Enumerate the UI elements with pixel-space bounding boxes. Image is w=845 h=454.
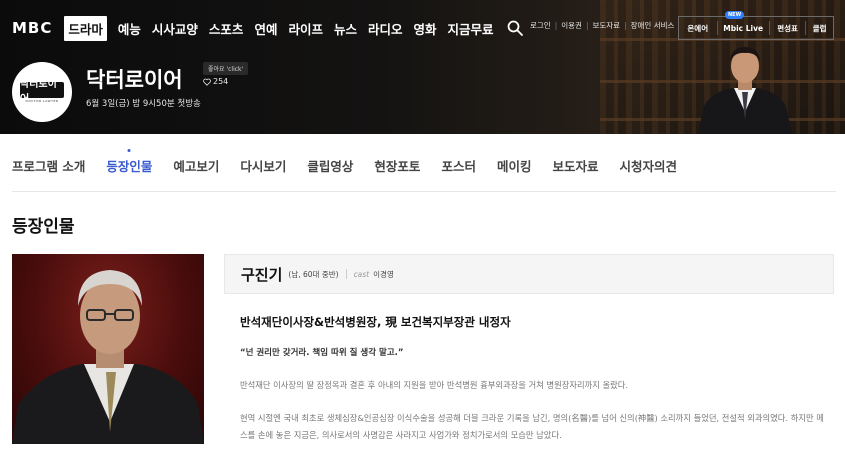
press-link[interactable]: 보도자료 [592,20,620,31]
cast-name: 이경영 [373,269,394,279]
character-name: 구진기 [241,265,283,284]
section-title: 등장인물 [12,217,75,237]
character-description: 현역 시절엔 국내 최초로 생체심장&인공심장 이식수술을 성공해 더블 크라운… [240,413,824,440]
tab-clips[interactable]: 클립영상 [307,156,353,175]
nav-news[interactable]: 뉴스 [334,19,357,38]
character-role: 반석재단이사장&반석병원장, 現 보건복지부장관 내정자 [240,315,511,329]
schedule-link[interactable]: 편성표 [770,23,806,34]
program-logo[interactable]: 닥터로이어 DOCTOR LAWYER [12,62,72,122]
program-title: 닥터로이어 [86,68,183,92]
util-divider: | [624,21,627,30]
nav-celebrity[interactable]: 연예 [254,19,277,38]
nav-sports[interactable]: 스포츠 [209,19,244,38]
club-link[interactable]: 클럽 [806,23,833,34]
tab-characters-label: 등장인물 [106,159,153,174]
character-info: (남, 60대 중반) [288,269,339,279]
active-tab-indicator [127,149,131,152]
search-icon[interactable] [507,20,523,36]
like-count: 254 [213,77,229,86]
program-header: MBC 드라마 예능 시사교양 스포츠 연예 라이프 뉴스 라디오 영화 지금무… [0,0,845,134]
program-airtime: 6월 3일(금) 밤 9시50분 첫방송 [86,99,201,109]
tab-viewer-opinions[interactable]: 시청자의견 [619,156,677,175]
nav-movie[interactable]: 영화 [414,19,437,38]
program-logo-text: 닥터로이어 [20,79,64,105]
nav-life[interactable]: 라이프 [288,19,323,38]
main-nav: MBC 드라마 예능 시사교양 스포츠 연예 라이프 뉴스 라디오 영화 지금무… [12,15,523,41]
lead-actor-image [698,47,792,134]
character-quote: “넌 권리만 갖거라. 책임 따위 질 생각 말고.” [240,348,404,358]
tab-replay[interactable]: 다시보기 [240,156,286,175]
character-photo [12,254,204,444]
character-description: 반석재단 이사장의 딸 장정옥과 결혼 후 아내의 지원을 받아 반석병원 흉부… [240,380,629,390]
tabs-divider [12,191,836,192]
util-divider: | [585,21,589,30]
utility-nav: 로그인 | 이용권 | 보도자료 | 장애인 서비스 [530,20,674,31]
nav-free-now[interactable]: 지금무료 [448,19,494,38]
service-links: 온에어 Mbic Live 편성표 클럽 [678,16,834,40]
character-name-bar: 구진기 (남, 60대 중반) cast 이경영 [224,254,834,294]
meta-divider [345,269,347,279]
nav-radio[interactable]: 라디오 [368,19,403,38]
util-divider: | [554,21,558,30]
like-button[interactable]: 254 [203,77,228,86]
tab-characters[interactable]: 등장인물 [106,149,153,175]
tab-making[interactable]: 메이킹 [497,156,532,175]
pass-link[interactable]: 이용권 [561,20,582,31]
like-tooltip: 좋아요 'click' [203,62,249,75]
tab-set-photos[interactable]: 현장포토 [374,156,420,175]
onair-link[interactable]: 온에어 [679,23,717,34]
cast-label: cast [353,269,370,279]
new-badge: NEW [725,11,745,19]
nav-drama[interactable]: 드라마 [64,15,107,41]
accessibility-link[interactable]: 장애인 서비스 [631,20,675,31]
tab-previews[interactable]: 예고보기 [173,156,219,175]
heart-icon [203,78,211,86]
program-logo-subtext: DOCTOR LAWYER [25,98,59,103]
login-link[interactable]: 로그인 [530,20,551,31]
nav-current-affairs[interactable]: 시사교양 [152,19,198,38]
mbc-logo[interactable]: MBC [12,19,52,37]
character-portrait [12,270,204,444]
tab-press[interactable]: 보도자료 [552,156,598,175]
program-tabs: 프로그램 소개 등장인물 예고보기 다시보기 클립영상 현장포토 포스터 메이킹… [12,149,698,175]
nav-entertainment[interactable]: 예능 [118,19,141,38]
tab-program-intro[interactable]: 프로그램 소개 [12,156,85,175]
mbclive-link[interactable]: Mbic Live [718,24,769,33]
tab-posters[interactable]: 포스터 [441,156,476,175]
